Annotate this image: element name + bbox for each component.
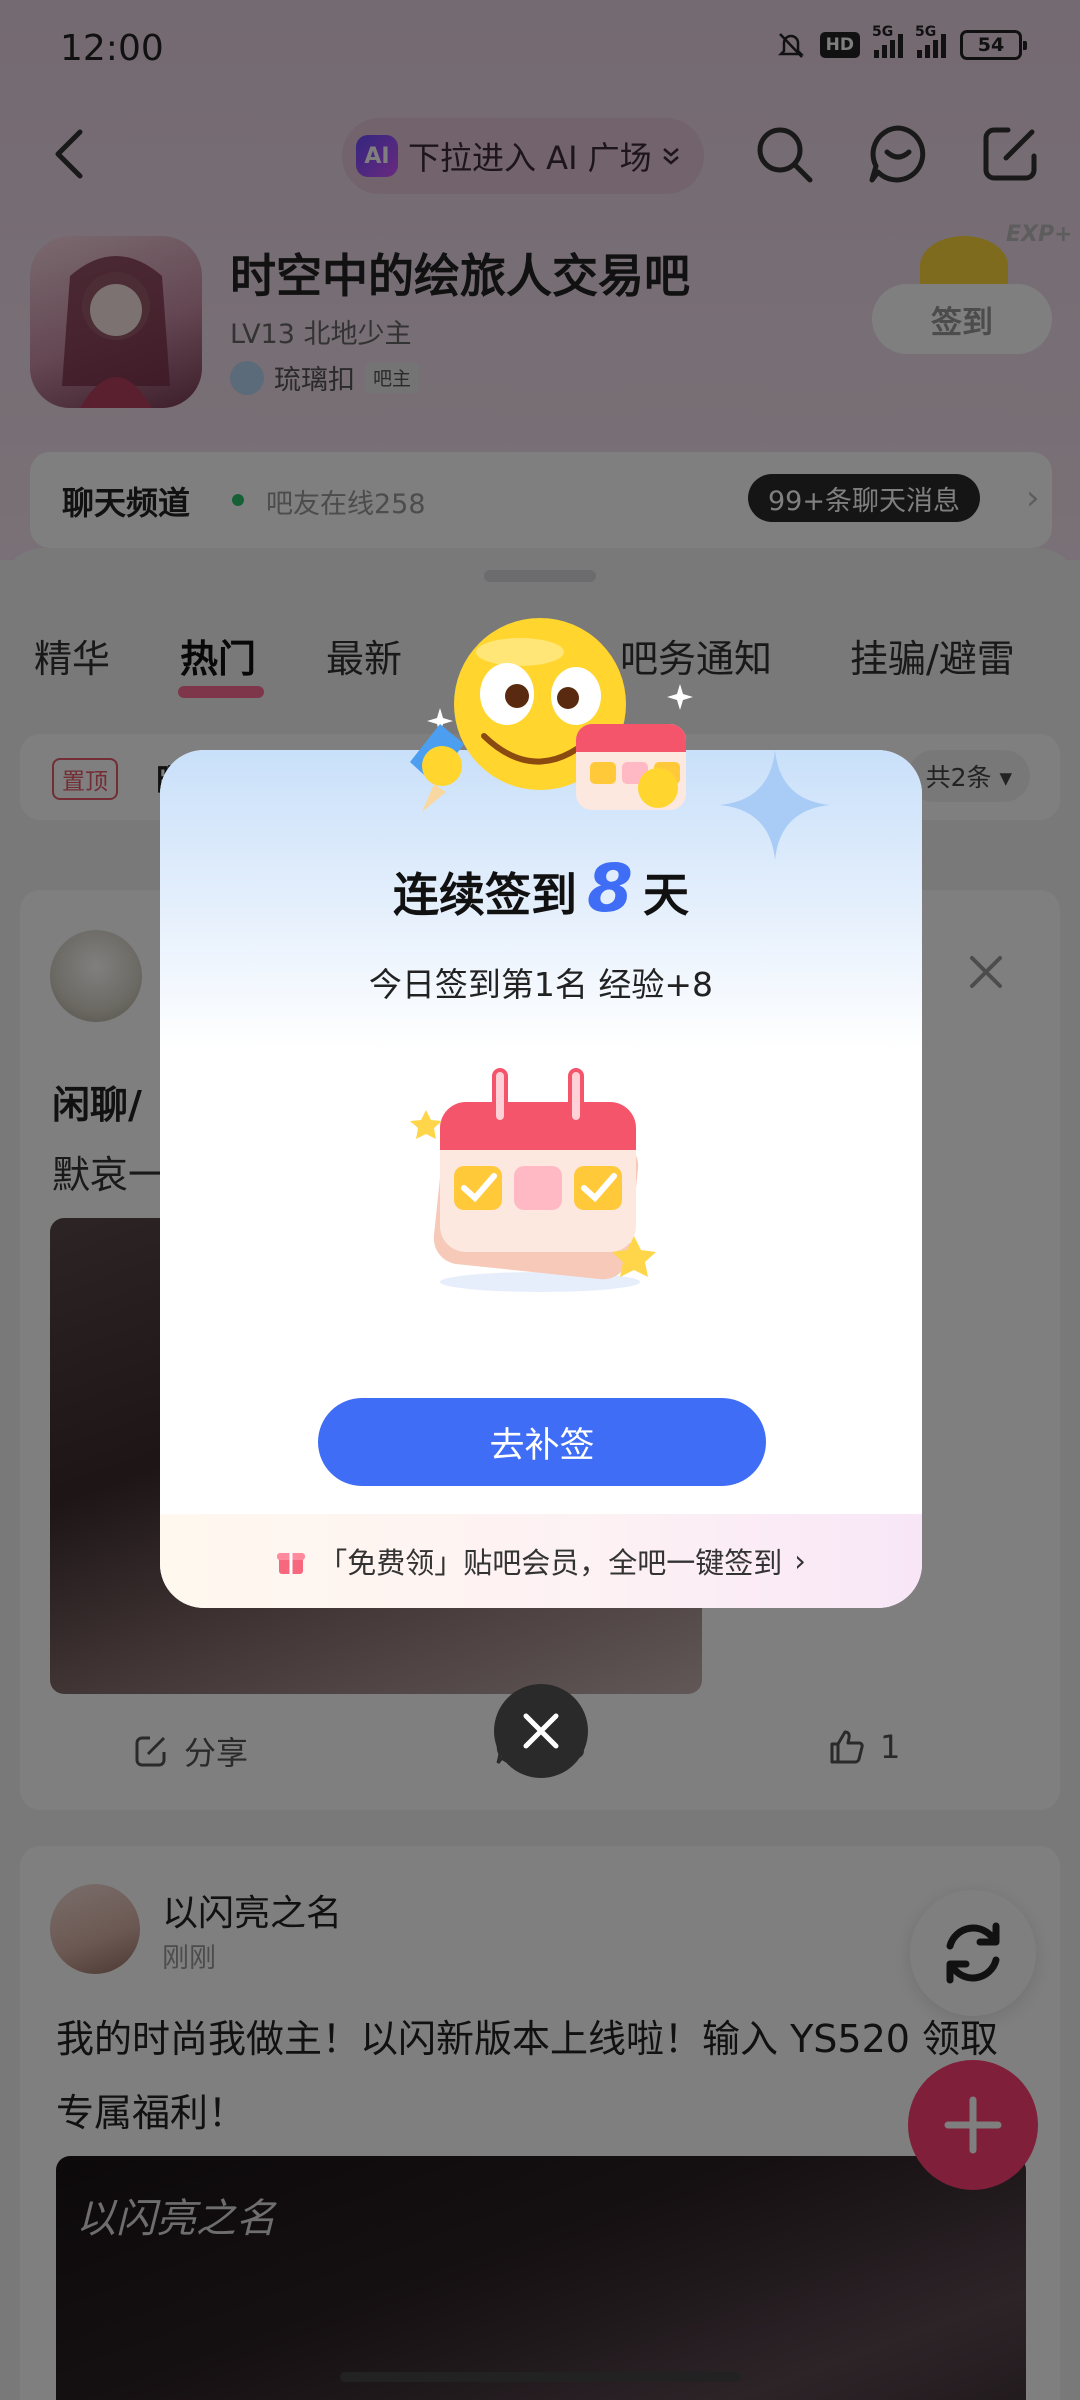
streak-title-suffix: 天 xyxy=(642,868,689,922)
vip-promo-text: 「免费领」贴吧会员，全吧一键签到 xyxy=(318,1546,783,1580)
home-indicator[interactable] xyxy=(340,2372,740,2382)
streak-days: 8 xyxy=(587,850,633,927)
gift-icon xyxy=(277,1553,306,1574)
signin-streak-modal: 连续签到 8 天 今日签到第1名 经验+8 去补签 「免费领」贴吧会员，全吧一键签到… xyxy=(160,750,922,1608)
emoji-mascot-icon xyxy=(410,618,693,812)
close-modal-button[interactable] xyxy=(494,1684,588,1778)
makeup-signin-button[interactable]: 去补签 xyxy=(318,1398,766,1486)
vip-promo-link[interactable]: 「免费领」贴吧会员，全吧一键签到 › xyxy=(160,1514,922,1608)
sparkle-icon xyxy=(720,750,830,860)
close-icon xyxy=(523,1713,559,1749)
streak-title-prefix: 连续签到 xyxy=(393,868,578,922)
calendar-icon xyxy=(410,1068,656,1292)
streak-title: 连续签到 8 天 xyxy=(160,850,922,927)
chevron-right-icon: › xyxy=(794,1544,806,1578)
streak-subtitle: 今日签到第1名 经验+8 xyxy=(368,965,714,1004)
